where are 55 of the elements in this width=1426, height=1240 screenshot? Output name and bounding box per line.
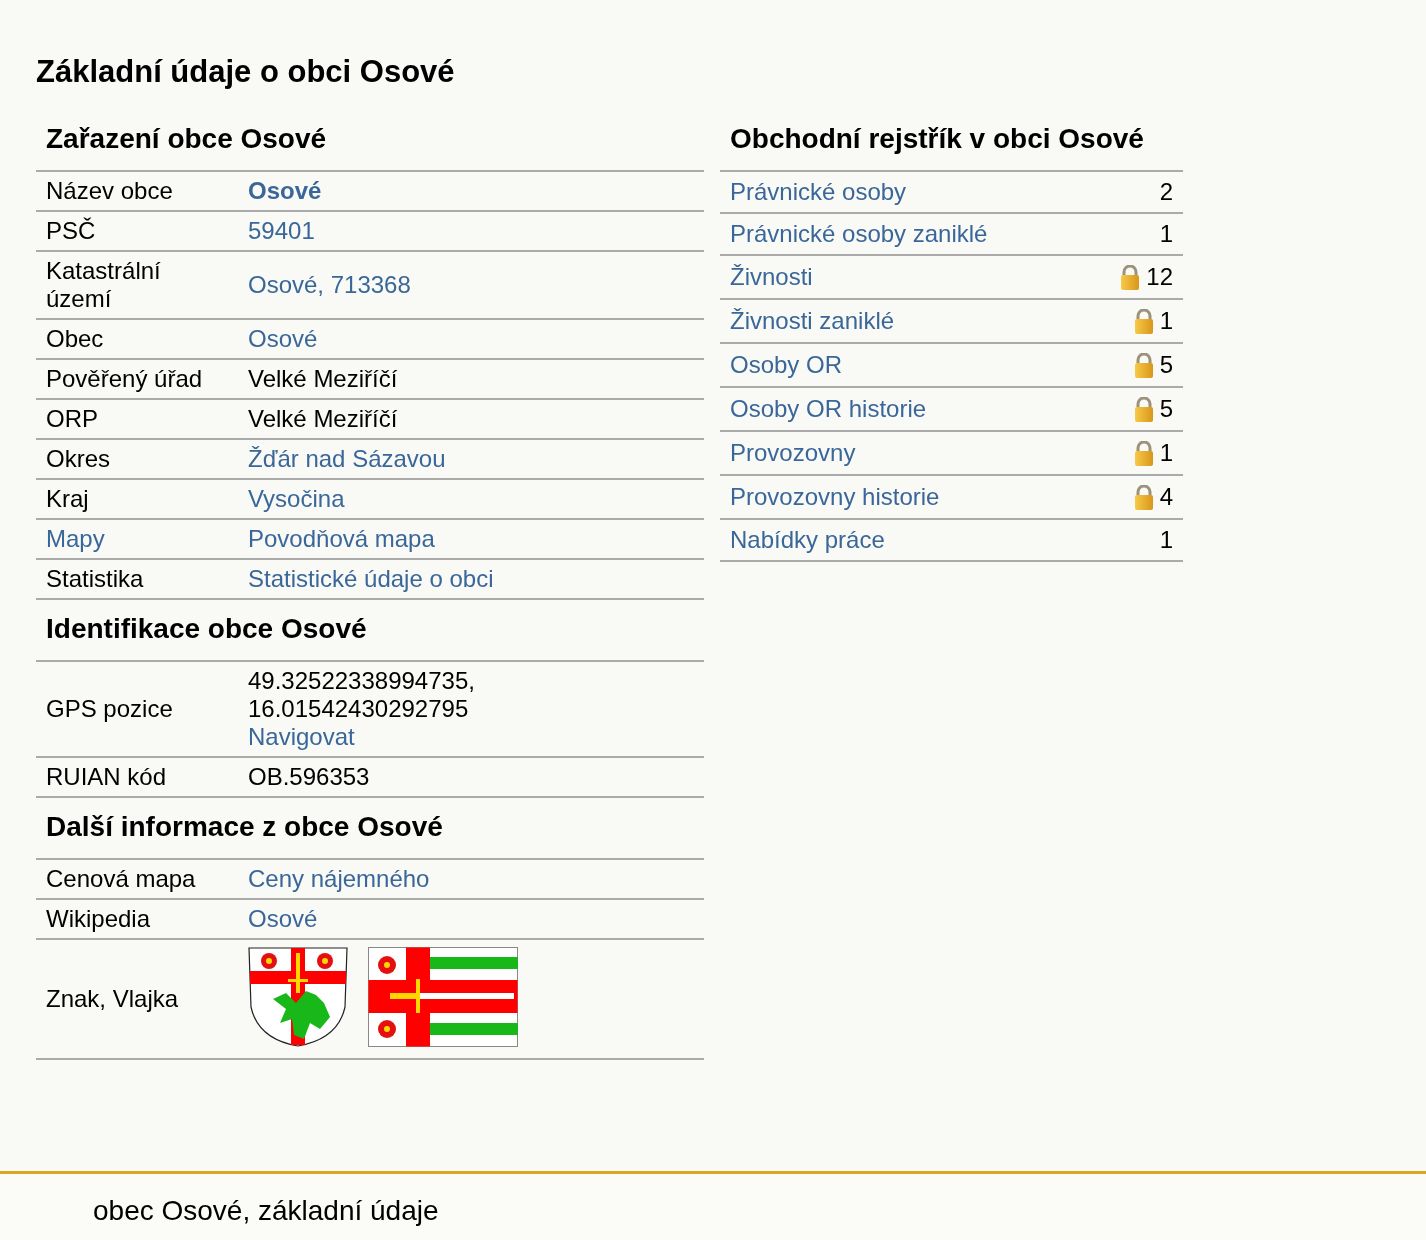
- value-text: OB.596353: [248, 763, 371, 791]
- record-count: 1: [1159, 307, 1173, 335]
- row-label: GPS pozice: [46, 695, 173, 722]
- value-link[interactable]: Povodňová mapa: [248, 525, 435, 552]
- value-link[interactable]: Osové: [248, 325, 318, 352]
- value-link[interactable]: Žďár nad Sázavou: [248, 445, 446, 472]
- row-label: Kraj: [46, 485, 89, 512]
- record-count: 5: [1159, 351, 1173, 379]
- row-label: PSČ: [46, 217, 96, 244]
- record-count: 1: [1159, 526, 1173, 554]
- section-heading: Další informace z obce Osové: [46, 811, 443, 842]
- register-link[interactable]: Právnické osoby: [730, 178, 907, 206]
- row-label-link[interactable]: Mapy: [46, 525, 105, 552]
- row-label: Statistika: [46, 565, 144, 592]
- record-count: 1: [1159, 439, 1173, 467]
- value-link[interactable]: Statistické údaje o obci: [248, 565, 494, 592]
- record-count: 4: [1159, 483, 1173, 511]
- row-label: Wikipedia: [46, 905, 151, 932]
- record-count: 12: [1146, 263, 1173, 291]
- value-text: Velké Meziříčí: [248, 365, 399, 393]
- footer-text: obec Osové, základní údaje: [93, 1194, 439, 1228]
- value-link[interactable]: 59401: [248, 217, 315, 244]
- value-text: 49.32522338994735,: [248, 667, 476, 695]
- row-label: Okres: [46, 445, 110, 472]
- register-link[interactable]: Provozovny: [730, 439, 856, 467]
- value-link[interactable]: Osové, 713368: [248, 271, 411, 298]
- record-count: 5: [1159, 395, 1173, 423]
- section-heading: Zařazení obce Osové: [46, 123, 327, 154]
- value-link[interactable]: Osové: [248, 177, 322, 204]
- register-link[interactable]: Právnické osoby zaniklé: [730, 220, 988, 248]
- row-label: Znak, Vlajka: [46, 985, 179, 1012]
- value-link[interactable]: Vysočina: [248, 485, 345, 512]
- record-count: 2: [1159, 178, 1173, 206]
- record-count: 1: [1159, 220, 1173, 248]
- row-label: RUIAN kód: [46, 763, 167, 790]
- register-link[interactable]: Provozovny historie: [730, 483, 940, 511]
- value-link[interactable]: Osové: [248, 905, 318, 932]
- row-label: Katastrální území: [46, 257, 161, 312]
- row-label: ORP: [46, 405, 98, 432]
- register-link[interactable]: Živnosti: [730, 263, 813, 291]
- row-label: Obec: [46, 325, 104, 352]
- register-link[interactable]: Osoby OR: [730, 351, 843, 379]
- section-heading: Identifikace obce Osové: [46, 613, 367, 644]
- row-label: Název obce: [46, 177, 173, 204]
- register-link[interactable]: Osoby OR historie: [730, 395, 927, 423]
- value-link[interactable]: Ceny nájemného: [248, 865, 430, 892]
- section-heading: Obchodní rejstřík v obci Osové: [720, 110, 1183, 172]
- register-link[interactable]: Nabídky práce: [730, 526, 885, 554]
- value-link[interactable]: Navigovat: [248, 723, 355, 750]
- page-title: Základní údaje o obci Osové: [36, 53, 456, 91]
- value-text: Velké Meziříčí: [248, 405, 399, 433]
- register-link[interactable]: Živnosti zaniklé: [730, 307, 895, 335]
- row-label: Pověřený úřad: [46, 365, 203, 392]
- value-text: 16.01542430292795: [248, 695, 470, 723]
- row-label: Cenová mapa: [46, 865, 196, 892]
